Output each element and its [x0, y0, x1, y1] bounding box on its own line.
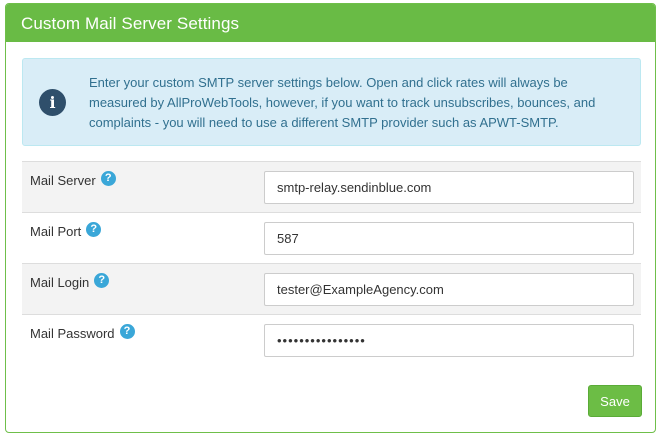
alert-text: Enter your custom SMTP server settings b…: [89, 75, 596, 130]
mail-server-label-group: Mail Server ?: [30, 171, 116, 188]
mail-login-label: Mail Login: [30, 275, 90, 290]
mail-port-label: Mail Port: [30, 224, 82, 239]
mail-port-label-group: Mail Port ?: [30, 222, 102, 239]
mail-login-label-group: Mail Login ?: [30, 273, 110, 290]
mail-password-label: Mail Password: [30, 326, 115, 341]
mail-login-row: Mail Login ?: [22, 263, 641, 314]
save-button[interactable]: Save: [588, 385, 642, 417]
mail-settings-panel: Custom Mail Server Settings i Enter your…: [5, 3, 656, 433]
mail-port-input[interactable]: [264, 222, 634, 255]
question-circle-icon[interactable]: ?: [94, 273, 110, 288]
info-alert: i Enter your custom SMTP server settings…: [22, 58, 641, 146]
mail-password-input[interactable]: [264, 324, 634, 357]
mail-server-row: Mail Server ?: [22, 161, 641, 212]
panel-title: Custom Mail Server Settings: [6, 4, 655, 42]
mail-server-label: Mail Server: [30, 173, 96, 188]
info-icon: i: [39, 89, 66, 116]
question-circle-icon[interactable]: ?: [86, 222, 102, 237]
mail-server-input[interactable]: [264, 171, 634, 204]
mail-login-input[interactable]: [264, 273, 634, 306]
mail-password-row: Mail Password ?: [22, 314, 641, 365]
mail-port-row: Mail Port ?: [22, 212, 641, 263]
mail-settings-form: Mail Server ? Mail Port ? Mail Login ? M…: [22, 161, 641, 365]
question-circle-icon[interactable]: ?: [119, 324, 135, 339]
mail-password-label-group: Mail Password ?: [30, 324, 135, 341]
question-circle-icon[interactable]: ?: [100, 171, 116, 186]
